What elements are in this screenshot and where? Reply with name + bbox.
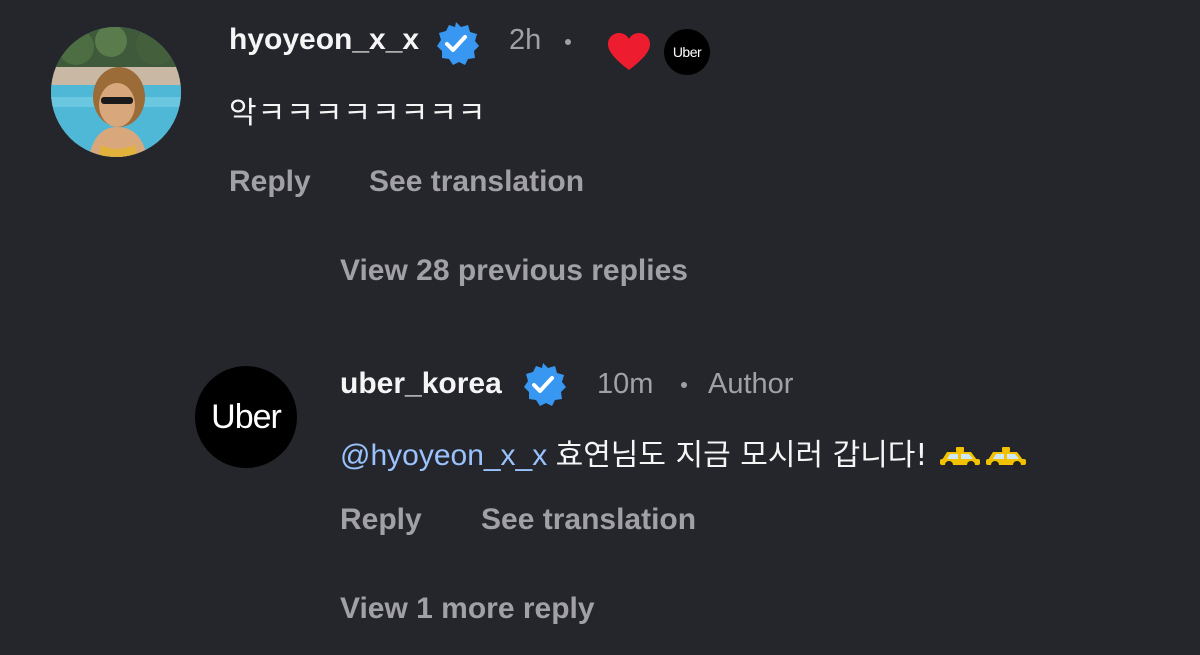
comment-timestamp: 2h <box>509 24 542 56</box>
reply-button[interactable]: Reply <box>229 163 311 201</box>
see-translation-button[interactable]: See translation <box>481 501 696 539</box>
comment-username[interactable]: hyoyeon_x_x <box>229 20 419 60</box>
reply-text: 효연님도 지금 모시러 갑니다! <box>555 438 928 473</box>
verified-badge-icon <box>437 22 479 65</box>
view-previous-replies-button[interactable]: View 28 previous replies <box>340 252 688 290</box>
reply-body: @hyoyeon_x_x 효연님도 지금 모시러 갑니다! <box>340 436 1028 476</box>
mention-link[interactable]: @hyoyeon_x_x <box>340 439 547 472</box>
author-tag: Author <box>708 368 794 400</box>
comment-thread: hyoyeon_x_x 2h Uber 악ㅋㅋㅋㅋㅋㅋㅋㅋ Reply See … <box>0 0 1200 655</box>
taxi-icon <box>985 447 1026 470</box>
reply-timestamp: 10m <box>597 368 654 400</box>
user-avatar[interactable] <box>51 27 181 157</box>
see-translation-button[interactable]: See translation <box>369 163 584 201</box>
comment-text: 악ㅋㅋㅋㅋㅋㅋㅋㅋ <box>229 96 487 131</box>
separator-dot <box>565 39 571 45</box>
heart-icon <box>608 33 650 70</box>
author-avatar-mini: Uber <box>664 29 710 75</box>
view-more-replies-button[interactable]: View 1 more reply <box>340 590 595 628</box>
reply-button[interactable]: Reply <box>340 501 422 539</box>
reply-username[interactable]: uber_korea <box>340 364 502 404</box>
reply-avatar[interactable]: Uber <box>195 366 297 468</box>
separator-dot <box>681 382 687 388</box>
verified-badge-icon <box>524 363 566 406</box>
taxi-icon <box>939 447 980 470</box>
